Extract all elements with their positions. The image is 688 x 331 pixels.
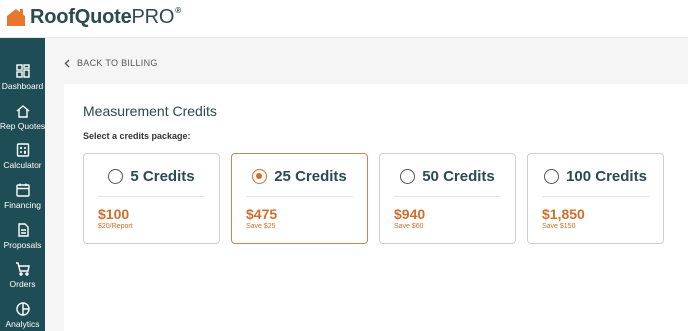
back-to-billing-link[interactable]: BACK TO BILLING xyxy=(64,58,158,68)
sidebar-item-rep-quotes[interactable]: Rep Quotes xyxy=(0,103,45,141)
radio-button[interactable] xyxy=(544,169,560,184)
radio-button[interactable] xyxy=(108,169,124,184)
radio-button[interactable] xyxy=(400,169,416,184)
sidebar-item-dashboard[interactable]: Dashboard xyxy=(0,63,45,101)
cart-icon xyxy=(15,262,30,276)
house-icon xyxy=(16,105,29,118)
package-label: 100 Credits xyxy=(566,168,647,185)
sidebar: Dashboard Rep Quotes Calculator Financin… xyxy=(0,38,45,331)
sidebar-item-orders[interactable]: Orders xyxy=(0,261,45,299)
package-price: $475 xyxy=(246,206,278,222)
package-option-25-credits[interactable]: 25 Credits $475 Save $25 xyxy=(231,153,368,244)
page-title: Measurement Credits xyxy=(83,103,217,119)
package-label: 25 Credits xyxy=(274,168,347,185)
package-note: Save $60 xyxy=(394,223,424,230)
package-label: 5 Credits xyxy=(130,168,195,185)
radio-button-selected[interactable] xyxy=(252,169,268,184)
package-option-5-credits[interactable]: 5 Credits $100 $20/Report xyxy=(83,153,220,244)
sidebar-item-label: Calculator xyxy=(3,160,42,170)
sidebar-item-label: Dashboard xyxy=(1,81,44,91)
sidebar-item-label: Analytics xyxy=(5,319,40,329)
house-logo-icon xyxy=(6,7,26,27)
sidebar-item-label: Orders xyxy=(9,279,36,289)
package-note: Save $25 xyxy=(246,223,276,230)
sidebar-item-proposals[interactable]: Proposals xyxy=(0,222,45,260)
divider xyxy=(542,196,649,197)
package-price: $940 xyxy=(394,206,426,222)
calculator-icon xyxy=(16,143,29,157)
package-note: Save $150 xyxy=(542,223,576,230)
calendar-icon xyxy=(15,183,30,197)
back-link-label: BACK TO BILLING xyxy=(77,58,158,68)
divider xyxy=(98,196,205,197)
package-label: 50 Credits xyxy=(422,168,495,185)
divider xyxy=(246,196,353,197)
package-price: $100 xyxy=(98,206,130,222)
brand-name: RoofQuotePRO® xyxy=(30,5,181,28)
sidebar-item-calculator[interactable]: Calculator xyxy=(0,142,45,180)
pie-chart-icon xyxy=(15,302,30,316)
package-option-50-credits[interactable]: 50 Credits $940 Save $60 xyxy=(379,153,516,244)
top-bar: RoofQuotePRO® xyxy=(0,0,688,38)
divider xyxy=(394,196,501,197)
sidebar-item-financing[interactable]: Financing xyxy=(0,182,45,220)
package-note: $20/Report xyxy=(98,223,133,230)
sidebar-item-analytics[interactable]: Analytics xyxy=(0,301,45,331)
chevron-left-icon xyxy=(64,59,70,67)
sidebar-item-label: Proposals xyxy=(3,240,42,250)
sidebar-item-label: Rep Quotes xyxy=(0,121,46,131)
dashboard-icon xyxy=(15,64,30,78)
document-icon xyxy=(17,223,29,237)
package-price: $1,850 xyxy=(542,206,585,222)
brand-logo[interactable]: RoofQuotePRO® xyxy=(6,6,181,28)
package-option-100-credits[interactable]: 100 Credits $1,850 Save $150 xyxy=(527,153,664,244)
section-label: Select a credits package: xyxy=(83,131,191,141)
measurement-credits-card: Measurement Credits Select a credits pac… xyxy=(64,84,688,331)
sidebar-item-label: Financing xyxy=(4,200,41,210)
